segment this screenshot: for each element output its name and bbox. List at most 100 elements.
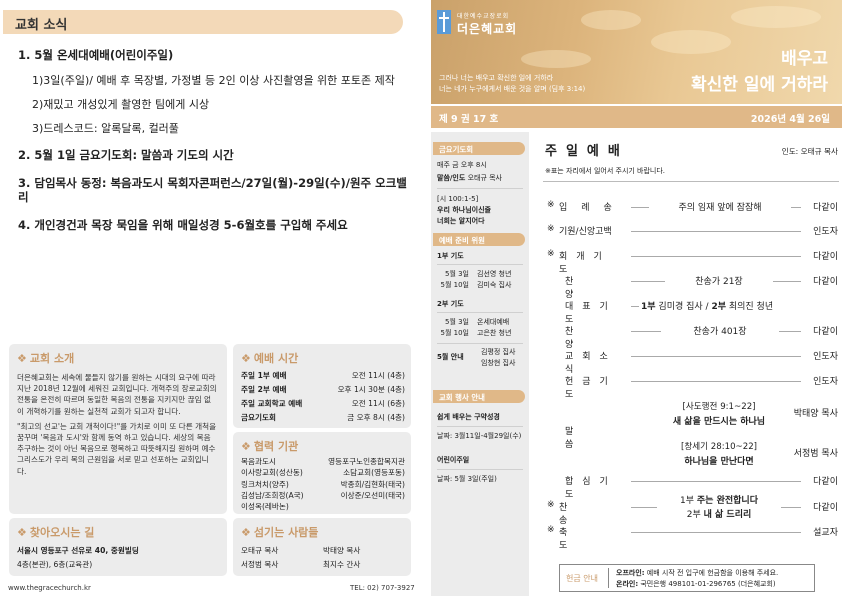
order-row: 대표기도 1부 김미경 집사 / 2부 최의진 청년 <box>535 299 842 325</box>
logo-denomination: 대한예수교장로회 <box>457 13 510 20</box>
intro-text: 더은혜교회는 세속에 물들지 않기를 원하는 시대의 요구에 따라 지난 201… <box>17 372 217 481</box>
wheat-decoration <box>651 30 731 54</box>
servers-list: 오태규 목사 박태양 목사 서정범 목사 최지수 간사 <box>241 544 405 572</box>
intro-paragraph-2: "최고의 선교'는 교회 개척이다!"를 가치로 이미 또 다른 개척을 꿈꾸며… <box>17 421 217 476</box>
offering-label: 헌금 안내 <box>566 574 598 583</box>
hymn-line-1: 1부 주는 완전합니다 <box>680 496 758 506</box>
location-title: 찾아오시는 길 <box>29 526 95 539</box>
divider <box>437 469 523 470</box>
prayer-2-row: 5월 3일 온세대예배 <box>444 318 510 326</box>
order-label: 축도 <box>559 528 616 551</box>
services-box: ❖ 예배 시간 주일 1부 예배 오전 11시 (4층) 주일 2부 예배 오후 1시… <box>233 344 411 428</box>
friday-prayer-tag: 금요기도회 <box>433 142 525 155</box>
guide-head: 5월 안내 <box>437 353 464 361</box>
divider <box>437 426 523 427</box>
guide-names: 김평정 집사 임창현 집사 <box>481 348 516 367</box>
offering-info: 헌금 안내 오프라인: 예배 시작 전 입구에 헌금함을 이용해 주세요. 온라… <box>559 564 815 592</box>
diamond-icon: ❖ <box>17 352 27 365</box>
coop-row: 이성옥(레바논) <box>241 502 289 512</box>
right-page: 대한예수교장로회 더은혜교회 배우고 확신한 일에 거하라 그러나 너는 배우고… <box>431 0 842 596</box>
news-item-1-sub-3: 3)드레스코드: 알록달록, 컬러풀 <box>32 122 179 135</box>
standing-mark: ※ <box>547 249 555 259</box>
order-row: ※ 축도 설교자 <box>535 525 842 551</box>
cross-icon <box>443 12 445 32</box>
service-row: 주일 1부 예배 오전 11시 (4층) <box>241 370 405 380</box>
event-1-title: 쉽게 배우는 구약성경 <box>437 413 500 421</box>
location-text: 서울시 영등포구 선유로 40, 중원빌딩 4층(본관), 6층(교육관) <box>17 544 139 572</box>
order-person: 다같이 <box>813 203 838 213</box>
order-row: 찬양 찬송가 21장 다같이 <box>535 274 842 300</box>
coop-list: 복음과도시 영등포구노인종합복지관 이사랑교회(성산동) 소담교회(영등포동) 링크… <box>241 456 405 512</box>
order-label: 찬양 <box>565 277 622 300</box>
server-name: 오태규 목사 <box>241 546 279 555</box>
order-content: 주의 임재 앞에 잠잠해 <box>678 203 762 213</box>
service-row: 주일 2부 예배 오후 1시 30분 (4층) <box>241 384 405 394</box>
order-label: 찬양 <box>565 327 622 350</box>
news-title: 교회 소식 <box>15 18 68 33</box>
prayer-1-row: 5월 10일 김미숙 집사 <box>440 281 512 289</box>
prep-committee-tag: 예배 준비 위원 <box>433 233 525 246</box>
order-label: 헌금기도 <box>565 377 617 400</box>
intro-paragraph-1: 더은혜교회는 세속에 물들지 않기를 원하는 시대의 요구에 따라 지난 201… <box>17 373 217 416</box>
order-person: 인도자 <box>813 352 838 362</box>
news-item-3: 3. 담임목사 동정: 복음과도시 목회자콘퍼런스/27일(월)-29일(수)/… <box>18 176 407 204</box>
wheat-decoration <box>521 50 591 68</box>
prayer-2-row: 5월 10일 고은찬 청년 <box>440 329 512 337</box>
standing-mark: ※ <box>547 224 555 234</box>
order-row: ※ 입례송 주의 임재 앞에 잠잠해 다같이 <box>535 200 842 214</box>
server-name: 서정범 목사 <box>241 560 279 569</box>
friday-prayer-lead: 말씀/인도 오태규 목사 <box>437 174 502 182</box>
divider <box>437 312 523 313</box>
wheat-decoration <box>731 6 821 28</box>
divider <box>437 343 523 344</box>
location-floor: 4층(본관), 6층(교육관) <box>17 560 93 569</box>
coop-box: ❖ 협력 기관 복음과도시 영등포구노인종합복지관 이사랑교회(성산동) 소담교회(영… <box>233 432 411 514</box>
standing-mark: ※ <box>547 200 555 210</box>
event-2-date: 날짜: 5월 3일(주일) <box>437 475 497 483</box>
order-person: 다같이 <box>813 327 838 337</box>
order-row: ※ 회개기도 다같이 <box>535 249 842 275</box>
offering-offline: 오프라인: 예배 시작 전 입구에 헌금함을 이용해 주세요. <box>616 569 779 577</box>
friday-prayer-theme-2: 너희는 알지어다 <box>437 217 485 225</box>
order-label: 회개기도 <box>559 252 611 275</box>
prayer-2-head: 2부 기도 <box>437 300 464 308</box>
worship-note: ※표는 자리에서 일어서 주시기 바랍니다. <box>545 167 666 175</box>
news-item-4: 4. 개인경건과 목장 묵임을 위해 매일성경 5-6월호를 구입해 주세요 <box>18 218 348 232</box>
order-person: 다같이 <box>813 252 838 262</box>
order-content: 찬송가 21장 <box>695 277 743 287</box>
servers-title: 섬기는 사람들 <box>253 526 319 539</box>
divider <box>437 188 523 189</box>
order-content: 찬송가 401장 <box>693 327 747 337</box>
left-page: 교회 소식 1. 5월 온세대예배(어린이주일) 1)3일(주일)/ 예배 후 … <box>0 0 421 596</box>
worship-lead: 인도: 오태규 목사 <box>781 147 838 156</box>
diamond-icon: ❖ <box>241 440 251 453</box>
coop-row: 김성남/조희정(A국) 이상준/오선미(태국) <box>241 490 405 500</box>
order-label: 교회소식 <box>565 352 617 375</box>
order-row: 교회소식 인도자 <box>535 349 842 375</box>
volume-bar: 제 9 권 17 호 2026년 4월 26일 <box>431 106 842 128</box>
news-item-1: 1. 5월 온세대예배(어린이주일) <box>18 48 174 62</box>
footer-url: www.thegracechurch.kr <box>8 584 91 592</box>
server-name: 박태양 목사 <box>323 546 361 555</box>
hero-title-line-2: 확신한 일에 거하라 <box>691 75 828 95</box>
events-tag: 교회 행사 안내 <box>433 390 525 403</box>
news-item-2: 2. 5월 1일 금요기도회: 말씀과 기도의 시간 <box>18 148 234 162</box>
services-title: 예배 시간 <box>253 352 299 365</box>
coop-row: 링크처치(양주) 박종희/김현화(태국) <box>241 479 405 489</box>
intro-title: 교회 소개 <box>29 352 75 365</box>
diamond-icon: ❖ <box>241 526 251 539</box>
intro-box: ❖ 교회 소개 더은혜교회는 세속에 물들지 않기를 원하는 시대의 요구에 따라… <box>9 344 227 514</box>
order-row: ※ 기원/신앙고백 인도자 <box>535 224 842 238</box>
sermon-2-ref: [창세기 28:10~22] <box>680 442 758 452</box>
order-person: 설교자 <box>813 528 838 538</box>
sermon-2-title-row: 하나님을 만난다면 <box>535 454 842 468</box>
server-name: 최지수 간사 <box>323 560 361 569</box>
sermon-1-title: 새 삶을 만드시는 하나님 <box>672 417 766 427</box>
order-row: 헌금기도 인도자 <box>535 374 842 400</box>
event-2-title: 어린이주일 <box>437 456 470 464</box>
location-address: 서울시 영등포구 선유로 40, 중원빌딩 <box>17 546 139 555</box>
friday-prayer-theme-1: 우리 하나님이신줄 <box>437 206 491 214</box>
order-label: 기원/신앙고백 <box>559 227 612 237</box>
coop-row: 이사랑교회(성산동) 소담교회(영등포동) <box>241 468 405 478</box>
order-row: 찬양 찬송가 401장 다같이 <box>535 324 842 350</box>
